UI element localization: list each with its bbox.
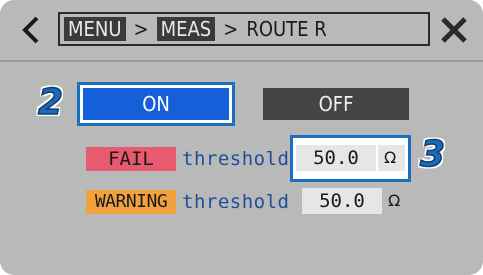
breadcrumb-current: ROUTE R xyxy=(246,17,327,41)
warning-tag: WARNING xyxy=(86,190,176,214)
off-button[interactable]: OFF xyxy=(263,88,409,120)
breadcrumb-meas[interactable]: MEAS xyxy=(156,17,216,41)
back-chevron-icon xyxy=(22,16,39,44)
close-icon xyxy=(441,17,467,43)
callout-number-2: 2 xyxy=(37,81,64,124)
breadcrumb-separator: > xyxy=(133,17,149,41)
fail-threshold-value[interactable]: 50.0 xyxy=(296,145,376,171)
fail-threshold-unit: Ω xyxy=(384,148,397,167)
fail-tag: FAIL xyxy=(86,147,176,171)
close-button[interactable] xyxy=(434,10,474,50)
callout-number-3: 3 xyxy=(419,133,446,176)
breadcrumb: MENU > MEAS > ROUTE R xyxy=(58,12,430,46)
on-button[interactable]: ON xyxy=(83,88,229,120)
top-bar: MENU > MEAS > ROUTE R xyxy=(0,0,483,60)
fail-threshold-label: threshold xyxy=(182,148,290,170)
breadcrumb-separator: > xyxy=(223,17,239,41)
fail-unit-box: Ω xyxy=(378,145,405,171)
warning-threshold-value[interactable]: 50.0 xyxy=(302,188,382,214)
warning-threshold-unit: Ω xyxy=(388,191,401,210)
device-screen: MENU > MEAS > ROUTE R ON OFF FAIL thresh… xyxy=(0,0,483,275)
back-button[interactable] xyxy=(14,10,48,50)
breadcrumb-menu[interactable]: MENU xyxy=(64,17,126,41)
header-divider xyxy=(0,60,483,62)
warning-threshold-label: threshold xyxy=(182,191,290,213)
